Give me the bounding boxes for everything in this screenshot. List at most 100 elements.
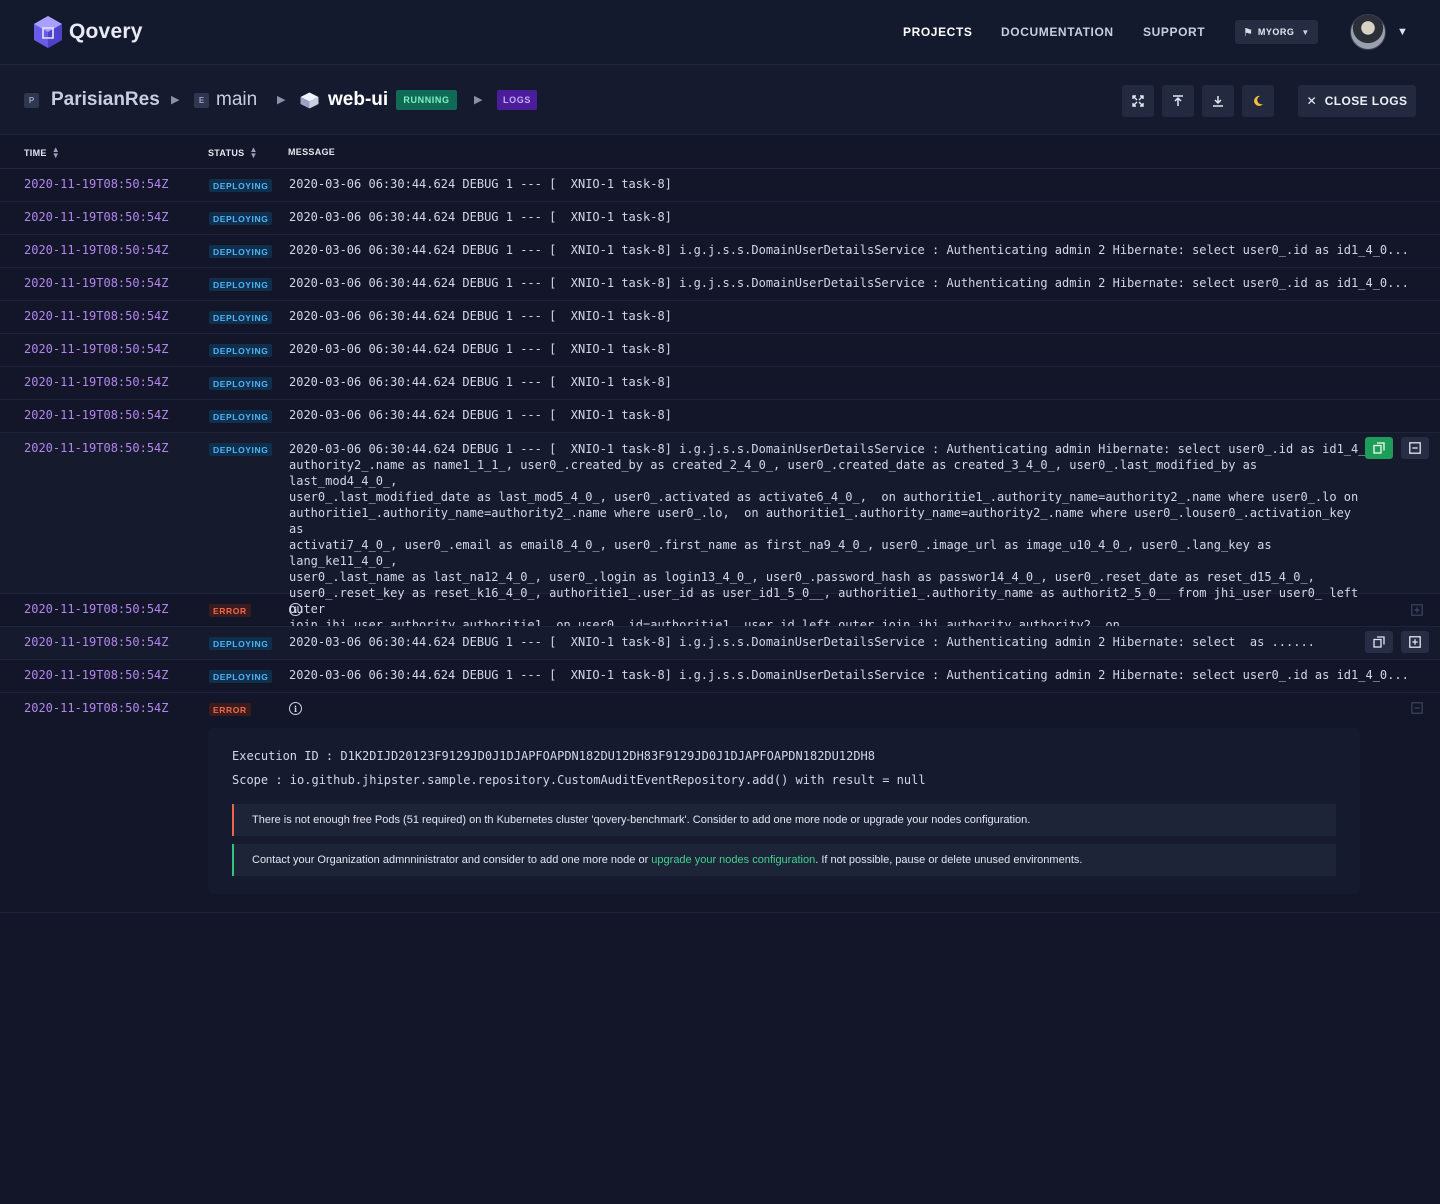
- theme-toggle-button[interactable]: [1242, 85, 1274, 117]
- log-time: 2020-11-19T08:50:54Z: [24, 276, 169, 290]
- table-row[interactable]: 2020-11-19T08:50:54Z ERROR i: [0, 594, 1440, 627]
- log-message: 2020-03-06 06:30:44.624 DEBUG 1 --- [ XN…: [289, 408, 672, 422]
- table-row[interactable]: 2020-11-19T08:50:54Z DEPLOYING 2020-03-0…: [0, 660, 1440, 693]
- expand-row-button[interactable]: [1401, 631, 1429, 653]
- table-row[interactable]: 2020-11-19T08:50:54Z DEPLOYING 2020-03-0…: [0, 301, 1440, 334]
- log-time: 2020-11-19T08:50:54Z: [24, 210, 169, 224]
- log-time: 2020-11-19T08:50:54Z: [24, 441, 169, 455]
- breadcrumb-application[interactable]: web-ui: [328, 89, 388, 111]
- close-logs-button[interactable]: ✕ CLOSE LOGS: [1298, 85, 1416, 117]
- error-scope: Scope : io.github.jhipster.sample.reposi…: [232, 773, 926, 787]
- log-message: 2020-03-06 06:30:44.624 DEBUG 1 --- [ XN…: [289, 276, 1409, 290]
- log-time: 2020-11-19T08:50:54Z: [24, 375, 169, 389]
- status-badge: RUNNING: [396, 90, 457, 110]
- column-header-status-label: STATUS: [208, 148, 245, 158]
- info-icon[interactable]: i: [289, 603, 302, 616]
- help-alert-suffix: . If not possible, pause or delete unuse…: [815, 854, 1083, 866]
- sort-icon: ▲ ▼: [249, 145, 258, 160]
- execution-id: Execution ID : D1K2DIJD20123F9129JD0J1DJ…: [232, 749, 875, 763]
- section-badge: LOGS: [497, 90, 537, 110]
- expand-row-button[interactable]: [1403, 599, 1431, 621]
- log-time: 2020-11-19T08:50:54Z: [24, 701, 169, 715]
- chevron-right-icon: ▶: [277, 94, 286, 106]
- caret-down-icon: ▼: [1301, 27, 1310, 37]
- log-message: 2020-03-06 06:30:44.624 DEBUG 1 --- [ XN…: [289, 668, 1409, 682]
- chevron-down-icon[interactable]: ▼: [1397, 26, 1408, 38]
- user-avatar[interactable]: [1350, 14, 1386, 50]
- log-status-badge: ERROR: [209, 604, 251, 617]
- arrow-up-to-line-icon: [1173, 95, 1183, 106]
- table-row[interactable]: 2020-11-19T08:50:54Z DEPLOYING 2020-03-0…: [0, 367, 1440, 400]
- log-status-badge: DEPLOYING: [209, 212, 273, 225]
- column-header-message: MESSAGE: [288, 147, 335, 157]
- log-status-badge: DEPLOYING: [209, 278, 273, 291]
- collapse-row-button[interactable]: [1403, 697, 1431, 719]
- copy-button[interactable]: [1365, 437, 1393, 459]
- table-row[interactable]: 2020-11-19T08:50:54Z DEPLOYING 2020-03-0…: [0, 627, 1440, 660]
- minus-square-icon: [1411, 702, 1423, 714]
- table-row[interactable]: 2020-11-19T08:50:54Z DEPLOYING 2020-03-0…: [0, 169, 1440, 202]
- log-time: 2020-11-19T08:50:54Z: [24, 408, 169, 422]
- log-time: 2020-11-19T08:50:54Z: [24, 668, 169, 682]
- divider: [0, 912, 1440, 913]
- table-row-expanded[interactable]: 2020-11-19T08:50:54Z DEPLOYING 2020-03-0…: [0, 433, 1440, 648]
- log-time: 2020-11-19T08:50:54Z: [24, 243, 169, 257]
- column-header-time[interactable]: TIME ▲ ▼: [24, 145, 60, 160]
- plus-square-icon: [1411, 604, 1423, 616]
- copy-icon: [1373, 636, 1385, 648]
- environment-badge: E: [194, 93, 209, 108]
- log-time: 2020-11-19T08:50:54Z: [24, 602, 169, 616]
- log-time: 2020-11-19T08:50:54Z: [24, 635, 169, 649]
- help-alert-text: Contact your Organization admnninistrato…: [252, 854, 652, 866]
- log-status-badge: DEPLOYING: [209, 670, 273, 683]
- error-alert: There is not enough free Pods (51 requir…: [232, 804, 1336, 836]
- org-icon: ⚑: [1243, 26, 1253, 39]
- table-row[interactable]: 2020-11-19T08:50:54Z DEPLOYING 2020-03-0…: [0, 400, 1440, 433]
- copy-button[interactable]: [1365, 631, 1393, 653]
- qovery-cube-icon[interactable]: [33, 15, 63, 49]
- log-message: 2020-03-06 06:30:44.624 DEBUG 1 --- [ XN…: [289, 210, 672, 224]
- upgrade-nodes-link[interactable]: upgrade your nodes configuration: [651, 854, 815, 866]
- column-header-status[interactable]: STATUS ▲ ▼: [208, 145, 258, 160]
- nav-documentation[interactable]: DOCUMENTATION: [1001, 25, 1114, 39]
- sort-icon: ▲ ▼: [51, 145, 60, 160]
- log-status-badge: DEPLOYING: [209, 179, 273, 192]
- info-icon[interactable]: i: [289, 702, 302, 715]
- org-name: MYORG: [1257, 27, 1295, 37]
- brand-name[interactable]: Qovery: [69, 20, 143, 44]
- org-selector[interactable]: ⚑ MYORG ▼: [1235, 20, 1318, 44]
- nav-projects[interactable]: PROJECTS: [903, 25, 972, 39]
- log-status-badge: DEPLOYING: [209, 344, 273, 357]
- scroll-top-button[interactable]: [1162, 85, 1194, 117]
- table-row[interactable]: 2020-11-19T08:50:54Z DEPLOYING 2020-03-0…: [0, 334, 1440, 367]
- close-logs-label: CLOSE LOGS: [1324, 94, 1408, 108]
- log-status-badge: DEPLOYING: [209, 245, 273, 258]
- fullscreen-button[interactable]: [1122, 85, 1154, 117]
- log-message: 2020-03-06 06:30:44.624 DEBUG 1 --- [ XN…: [289, 375, 672, 389]
- chevron-right-icon: ▶: [171, 94, 180, 106]
- breadcrumb-project[interactable]: ParisianRes: [51, 89, 160, 111]
- nav-support[interactable]: SUPPORT: [1143, 25, 1205, 39]
- copy-icon: [1373, 442, 1385, 454]
- column-header-time-label: TIME: [24, 148, 47, 158]
- help-alert: Contact your Organization admnninistrato…: [232, 844, 1336, 876]
- error-alert-text: There is not enough free Pods (51 requir…: [252, 814, 1031, 826]
- log-status-badge: ERROR: [209, 703, 251, 716]
- log-time: 2020-11-19T08:50:54Z: [24, 309, 169, 323]
- column-header-message-label: MESSAGE: [288, 147, 336, 157]
- download-button[interactable]: [1202, 85, 1234, 117]
- log-status-badge: DEPLOYING: [209, 637, 273, 650]
- log-message: 2020-03-06 06:30:44.624 DEBUG 1 --- [ XN…: [289, 177, 672, 191]
- expand-icon: [1132, 95, 1144, 107]
- breadcrumb-environment[interactable]: main: [216, 89, 257, 111]
- application-cube-icon: [300, 92, 319, 109]
- table-row[interactable]: 2020-11-19T08:50:54Z DEPLOYING 2020-03-0…: [0, 235, 1440, 268]
- collapse-row-button[interactable]: [1401, 437, 1429, 459]
- table-row[interactable]: 2020-11-19T08:50:54Z DEPLOYING 2020-03-0…: [0, 202, 1440, 235]
- top-navigation: Qovery PROJECTS DOCUMENTATION SUPPORT ⚑ …: [0, 0, 1440, 65]
- log-status-badge: DEPLOYING: [209, 311, 273, 324]
- log-status-badge: DEPLOYING: [209, 410, 273, 423]
- table-row[interactable]: 2020-11-19T08:50:54Z DEPLOYING 2020-03-0…: [0, 268, 1440, 301]
- log-status-badge: DEPLOYING: [209, 377, 273, 390]
- breadcrumb: P ParisianRes ▶ E main ▶ web-ui RUNNING …: [0, 65, 1440, 135]
